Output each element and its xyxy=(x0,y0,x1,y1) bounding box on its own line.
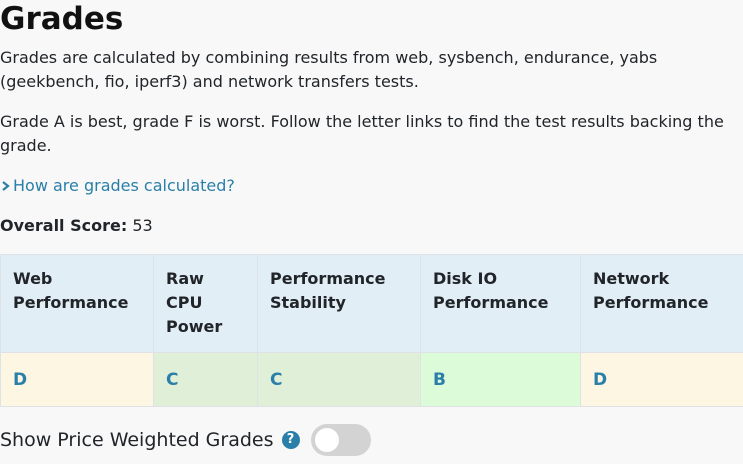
grade-cell-network: D xyxy=(580,352,743,407)
header-performance-stability: Performance Stability xyxy=(257,254,421,353)
grades-table: Web Performance Raw CPU Power Performanc… xyxy=(0,254,743,407)
grade-cell-cpu: C xyxy=(153,352,258,407)
grade-link-network[interactable]: D xyxy=(593,370,607,390)
grade-link-web[interactable]: D xyxy=(13,370,27,390)
grade-link-disk-io[interactable]: B xyxy=(433,370,446,390)
price-weighted-toggle[interactable] xyxy=(310,424,371,456)
chevron-right-icon xyxy=(0,174,13,198)
page-title: Grades xyxy=(0,1,124,37)
grade-cell-web: D xyxy=(0,352,154,407)
grades-header-row: Web Performance Raw CPU Power Performanc… xyxy=(0,254,743,353)
intro-text: Grades are calculated by combining resul… xyxy=(0,48,658,91)
price-weighted-label: Show Price Weighted Grades xyxy=(0,429,274,451)
grade-link-stability[interactable]: C xyxy=(270,370,282,390)
grade-link-cpu[interactable]: C xyxy=(166,370,178,390)
grade-cell-stability: C xyxy=(257,352,421,407)
overall-score-value: 53 xyxy=(132,216,153,235)
question-circle-icon[interactable]: ? xyxy=(281,431,300,449)
grades-row: D C C B D xyxy=(0,352,743,407)
header-network-performance: Network Performance xyxy=(580,254,743,353)
header-raw-cpu-power: Raw CPU Power xyxy=(153,254,258,353)
grade-cell-disk-io: B xyxy=(420,352,581,407)
overall-score: Overall Score: 53 xyxy=(0,214,153,238)
grades-faq-link[interactable]: How are grades calculated? xyxy=(0,174,235,198)
grades-faq-link-label: How are grades calculated? xyxy=(13,176,235,195)
toggle-knob xyxy=(314,428,339,452)
overall-score-label: Overall Score: xyxy=(0,216,128,235)
header-web-performance: Web Performance xyxy=(0,254,154,353)
price-weighted-toggle-row: Show Price Weighted Grades ? xyxy=(0,422,371,458)
grade-note-text: Grade A is best, grade F is worst. Follo… xyxy=(0,112,724,155)
header-disk-io-performance: Disk IO Performance xyxy=(420,254,581,353)
